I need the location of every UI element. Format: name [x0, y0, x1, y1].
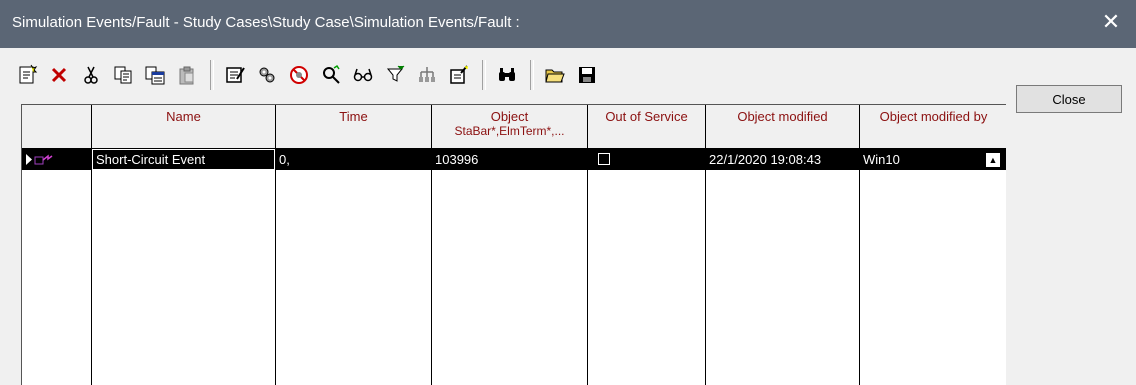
column-header-out-of-service[interactable]: Out of Service	[588, 105, 705, 149]
cell-object-modified: 22/1/2020 19:08:43	[709, 152, 822, 167]
modified-by-text: Win10	[863, 152, 900, 167]
column-header-label: Name	[166, 109, 201, 124]
window-close-icon[interactable]: ✕	[1098, 9, 1124, 35]
column-header-object[interactable]: Object StaBar*,ElmTerm*,...	[432, 105, 587, 149]
open-folder-icon[interactable]	[540, 60, 570, 90]
column-header-sublabel: StaBar*,ElmTerm*,...	[454, 124, 565, 138]
column-divider	[431, 105, 432, 385]
filter-icon[interactable]	[380, 60, 410, 90]
row-indicator	[22, 149, 92, 170]
show-icon[interactable]	[348, 60, 378, 90]
toolbar	[12, 56, 604, 94]
toolbar-separator	[482, 60, 486, 90]
save-icon[interactable]	[572, 60, 602, 90]
cell-out-of-service[interactable]	[588, 149, 705, 170]
close-button[interactable]: Close	[1016, 85, 1122, 113]
column-header-name[interactable]: Name	[92, 105, 275, 149]
short-circuit-event-icon	[26, 154, 53, 165]
column-divider	[859, 105, 860, 385]
column-header-label: Time	[339, 109, 368, 124]
toolbar-separator	[530, 60, 534, 90]
cell-object[interactable]: 103996	[432, 149, 587, 170]
column-divider	[91, 105, 92, 385]
column-header-object-modified-by[interactable]: Object modified by	[860, 105, 1006, 149]
copy-with-header-icon[interactable]	[140, 60, 170, 90]
column-header-label: Object	[490, 109, 529, 124]
column-header-object-modified[interactable]: Object modified	[706, 105, 859, 149]
scroll-up-arrow-icon[interactable]: ▲	[986, 153, 1000, 167]
cell-time[interactable]: 0,	[276, 149, 431, 170]
mark-in-graphic-icon[interactable]	[316, 60, 346, 90]
cut-icon[interactable]	[76, 60, 106, 90]
toolbar-separator	[210, 60, 214, 90]
events-table: Name Time Object StaBar*,ElmTerm*,... Ou…	[21, 104, 1006, 385]
find-icon[interactable]	[492, 60, 522, 90]
out-of-service-checkbox[interactable]	[598, 153, 610, 165]
title-bar: Simulation Events/Fault - Study Cases\St…	[0, 0, 1136, 48]
cell-object-modified-by: Win10 ▲	[860, 149, 1006, 170]
tree-icon[interactable]	[412, 60, 442, 90]
column-header-label: Object modified by	[879, 109, 988, 124]
delete-icon[interactable]	[44, 60, 74, 90]
column-header-label: Out of Service	[605, 109, 688, 124]
cell-name[interactable]: Short-Circuit Event	[92, 149, 275, 170]
new-object-icon[interactable]	[12, 60, 42, 90]
detail-icon[interactable]	[252, 60, 282, 90]
column-divider	[587, 105, 588, 385]
copy-icon[interactable]	[108, 60, 138, 90]
edit-filter-icon[interactable]	[444, 60, 474, 90]
window-title: Simulation Events/Fault - Study Cases\St…	[12, 14, 520, 31]
column-divider	[275, 105, 276, 385]
column-header-label: Object modified	[737, 109, 828, 124]
paste-icon[interactable]	[172, 60, 202, 90]
column-header-time[interactable]: Time	[276, 105, 431, 149]
out-of-service-icon[interactable]	[284, 60, 314, 90]
edit-icon[interactable]	[220, 60, 250, 90]
column-divider	[705, 105, 706, 385]
